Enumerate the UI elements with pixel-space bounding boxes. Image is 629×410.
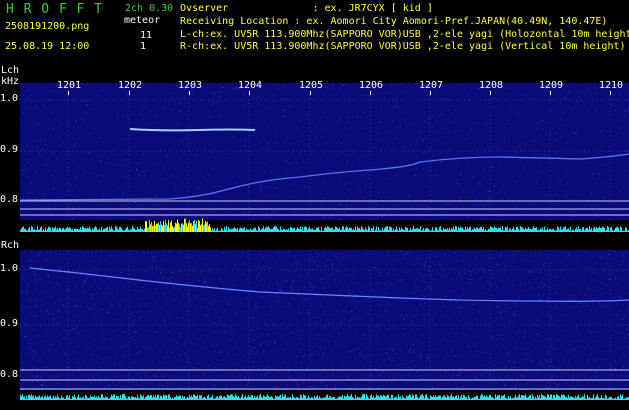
time-tick-label: 1209: [539, 80, 564, 91]
time-tick-label: 1201: [57, 80, 82, 91]
time-tick-label: 1208: [479, 80, 504, 91]
time-tick-mark: [550, 91, 551, 95]
freq-tick-label: 0.8: [0, 194, 19, 205]
time-tick-label: 1205: [299, 80, 324, 91]
spectrogram-canvas: [19, 83, 629, 400]
time-tick-mark: [68, 91, 69, 95]
lch-meteor-echo: [129, 128, 256, 132]
time-tick-label: 1202: [118, 80, 143, 91]
time-tick-mark: [370, 91, 371, 95]
time-tick-mark: [310, 91, 311, 95]
time-tick-mark: [249, 91, 250, 95]
freq-tick-label: 0.9: [0, 144, 19, 155]
freq-tick-label: 1.0: [0, 263, 19, 274]
freq-tick-label: 1.0: [0, 93, 19, 104]
freq-tick-label: 0.8: [0, 369, 19, 380]
time-tick-label: 1207: [419, 80, 444, 91]
time-tick-mark: [610, 91, 611, 95]
time-tick-label: 1204: [238, 80, 263, 91]
time-tick-mark: [430, 91, 431, 95]
time-tick-mark: [189, 91, 190, 95]
time-tick-mark: [129, 91, 130, 95]
time-tick-label: 1206: [359, 80, 384, 91]
time-tick-label: 1210: [599, 80, 624, 91]
freq-tick-label: 0.9: [0, 318, 19, 329]
time-tick-label: 1203: [178, 80, 203, 91]
time-tick-mark: [490, 91, 491, 95]
